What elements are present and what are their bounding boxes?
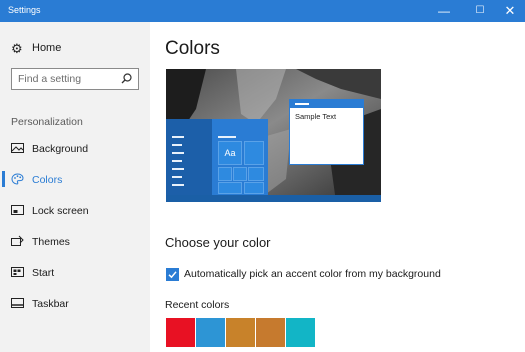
start-menu-list: [166, 119, 212, 195]
taskbar-icon: [11, 298, 24, 308]
gear-icon: ⚙: [11, 41, 23, 56]
sidebar: ⚙ Home Personalization Background: [0, 22, 150, 352]
sidebar-item-label: Background: [32, 143, 89, 155]
lock-screen-icon: [11, 205, 24, 215]
auto-accent-checkbox-row[interactable]: Automatically pick an accent color from …: [166, 267, 466, 283]
color-swatch[interactable]: [166, 318, 195, 347]
tile-aa: Aa: [218, 141, 242, 165]
image-icon: [11, 143, 24, 153]
recent-colors-label: Recent colors: [165, 299, 230, 311]
themes-icon: [11, 235, 24, 246]
sample-text: Sample Text: [295, 112, 337, 121]
color-swatch[interactable]: [256, 318, 285, 347]
active-indicator: [2, 171, 5, 187]
sidebar-item-lock-screen[interactable]: Lock screen: [0, 196, 150, 224]
color-preview: Aa Sample Text: [166, 69, 381, 202]
sidebar-item-taskbar[interactable]: Taskbar: [0, 289, 150, 317]
tile: [218, 167, 232, 181]
window-title: Settings: [8, 5, 41, 15]
color-swatch[interactable]: [286, 318, 315, 347]
tile: [244, 141, 264, 165]
home-nav-item[interactable]: ⚙ Home: [0, 36, 150, 60]
page-title: Colors: [165, 38, 220, 59]
auto-accent-checkbox[interactable]: [166, 268, 179, 281]
palette-icon: [11, 173, 24, 185]
close-button[interactable]: ✕: [495, 0, 525, 22]
home-label: Home: [32, 42, 62, 54]
sidebar-item-colors[interactable]: Colors: [0, 165, 150, 193]
sidebar-item-label: Lock screen: [32, 205, 89, 217]
minimize-button[interactable]: —: [429, 0, 459, 22]
sidebar-item-label: Taskbar: [32, 298, 69, 310]
section-heading-choose-color: Choose your color: [165, 235, 271, 250]
color-swatch[interactable]: [226, 318, 255, 347]
tile: [233, 167, 247, 181]
sample-window-titlebar: [290, 100, 363, 108]
main-content: Colors Aa Sample Text Choose your color …: [150, 22, 525, 352]
title-bar: Settings — ☐ ✕: [0, 0, 525, 22]
auto-accent-label: Automatically pick an accent color from …: [184, 268, 441, 280]
color-swatch[interactable]: [196, 318, 225, 347]
section-label-personalization: Personalization: [11, 116, 83, 128]
sidebar-item-label: Colors: [32, 174, 63, 186]
sidebar-item-start[interactable]: Start: [0, 258, 150, 286]
search-input[interactable]: [18, 72, 118, 86]
maximize-button[interactable]: ☐: [465, 0, 495, 22]
tile: [248, 167, 264, 181]
checkmark-icon: [168, 271, 177, 279]
sidebar-item-themes[interactable]: Themes: [0, 227, 150, 255]
sidebar-item-label: Themes: [32, 236, 70, 248]
tile: [218, 182, 242, 194]
search-box[interactable]: [11, 68, 139, 90]
start-menu-preview: Aa: [166, 119, 268, 195]
start-icon: [11, 267, 24, 277]
sample-window-preview: Sample Text: [289, 99, 364, 165]
tile: [244, 182, 264, 194]
sidebar-item-background[interactable]: Background: [0, 134, 150, 162]
search-icon[interactable]: [121, 73, 132, 84]
taskbar-preview: [166, 195, 381, 202]
sidebar-item-label: Start: [32, 267, 55, 279]
